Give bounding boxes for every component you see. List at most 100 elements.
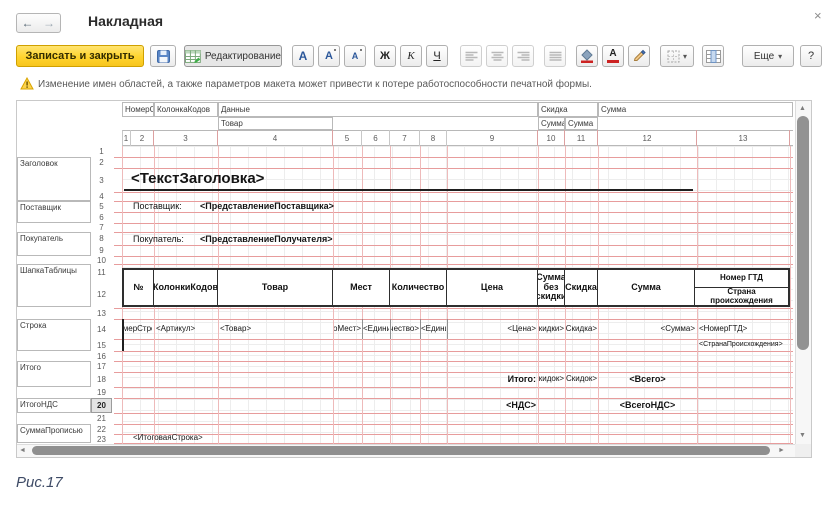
named-column-header[interactable]: НомерСтроки bbox=[122, 102, 154, 117]
column-header[interactable]: 10 bbox=[538, 130, 565, 146]
th-places[interactable]: Мест bbox=[333, 270, 390, 305]
row-header[interactable]: 14 bbox=[91, 319, 112, 339]
row-header[interactable]: 7 bbox=[91, 223, 112, 232]
close-icon[interactable]: × bbox=[814, 8, 822, 23]
th-discount[interactable]: Скидка bbox=[565, 270, 598, 305]
named-column-header[interactable]: Скидка bbox=[538, 102, 598, 117]
underline-button[interactable]: Ч bbox=[426, 45, 448, 67]
row-header[interactable]: 15 bbox=[91, 339, 112, 351]
column-header[interactable]: 4 bbox=[218, 130, 333, 146]
th-sum-without-discount[interactable]: Сумма без скидки bbox=[538, 270, 565, 305]
font-button[interactable]: А bbox=[292, 45, 314, 67]
th-number[interactable]: № bbox=[124, 270, 154, 305]
row-header[interactable]: 22 bbox=[91, 424, 112, 434]
column-header[interactable]: 5 bbox=[333, 130, 362, 146]
th-origin-country[interactable]: Страна происхождения bbox=[695, 288, 788, 305]
cell-places-param[interactable]: <КоличествоМест> bbox=[334, 319, 361, 339]
cell-gtd-param[interactable]: <НомерГТД> bbox=[699, 319, 788, 339]
cell-row-number-param[interactable]: <НомерСтроки> bbox=[124, 319, 152, 339]
named-column-subheader[interactable]: Сумма bbox=[565, 117, 598, 130]
area-label-postavshchik[interactable]: Поставщик bbox=[17, 201, 91, 223]
th-gtd-column[interactable]: Номер ГТД Страна происхождения bbox=[695, 270, 788, 305]
row-header[interactable]: 23 bbox=[91, 434, 112, 444]
column-header[interactable]: 7 bbox=[390, 130, 420, 146]
row-header-selected[interactable]: 20 bbox=[91, 398, 112, 413]
save-button[interactable] bbox=[150, 45, 176, 67]
row-header[interactable]: 21 bbox=[91, 413, 112, 424]
more-actions-button[interactable]: Еще ▾ bbox=[742, 45, 794, 67]
invoice-table-header[interactable]: № КолонкиКодов Товар Мест Количество Цен… bbox=[122, 268, 790, 307]
cell-article-param[interactable]: <Артикул> bbox=[156, 319, 216, 339]
cell-total-without-discount-param[interactable]: <ВсегоБезСкидок> bbox=[539, 372, 564, 387]
row-header[interactable]: 19 bbox=[91, 387, 112, 398]
cell-buyer-label[interactable]: Покупатель: bbox=[133, 234, 197, 245]
cell-vat-total-param[interactable]: <ВсегоНДС> bbox=[600, 398, 695, 413]
cell-amount-in-words-param[interactable]: <ИтоговаяСтрока> bbox=[133, 434, 283, 443]
row-header[interactable]: 13 bbox=[91, 307, 112, 319]
column-header[interactable]: 6 bbox=[362, 130, 390, 146]
named-column-subheader[interactable]: Сумма bbox=[538, 117, 565, 130]
cell-vat-param[interactable]: <НДС> bbox=[449, 398, 536, 413]
column-header[interactable]: 8 bbox=[420, 130, 447, 146]
column-header[interactable]: 9 bbox=[447, 130, 538, 146]
row-header[interactable]: 16 bbox=[91, 351, 112, 361]
area-label-itogo-nds[interactable]: ИтогоНДС bbox=[17, 398, 91, 413]
borders-dropdown-button[interactable]: ▾ bbox=[660, 45, 694, 67]
align-justify-button[interactable] bbox=[544, 45, 566, 67]
align-left-button[interactable] bbox=[460, 45, 482, 67]
th-goods[interactable]: Товар bbox=[218, 270, 333, 305]
row-header[interactable]: 18 bbox=[91, 372, 112, 387]
scroll-left-icon[interactable]: ◄ bbox=[19, 447, 26, 454]
scroll-down-icon[interactable]: ▼ bbox=[799, 432, 806, 439]
th-quantity[interactable]: Количество bbox=[390, 270, 447, 305]
th-price[interactable]: Цена bbox=[447, 270, 538, 305]
area-label-pokupatel[interactable]: Покупатель bbox=[17, 232, 91, 256]
cell-country-param[interactable]: <СтранаПроисхождения> bbox=[699, 339, 790, 351]
row-header[interactable]: 2 bbox=[91, 157, 112, 168]
th-sum[interactable]: Сумма bbox=[598, 270, 695, 305]
row-header[interactable]: 5 bbox=[91, 201, 112, 212]
horizontal-scrollbar-thumb[interactable] bbox=[32, 446, 770, 455]
row-header[interactable]: 8 bbox=[91, 232, 112, 245]
cell-discount-param[interactable]: <Скидка> bbox=[566, 319, 597, 339]
th-codes[interactable]: КолонкиКодов bbox=[154, 270, 218, 305]
font-size-increase-button[interactable]: А bbox=[318, 45, 340, 67]
vertical-scrollbar-thumb[interactable] bbox=[797, 116, 809, 350]
cell-supplier-value[interactable]: <ПредставлениеПоставщика> bbox=[200, 202, 420, 212]
merge-cells-button[interactable] bbox=[702, 45, 724, 67]
area-label-stroka[interactable]: Строка bbox=[17, 319, 91, 351]
cell-supplier-label[interactable]: Поставщик: bbox=[133, 202, 195, 212]
th-gtd-number[interactable]: Номер ГТД bbox=[695, 270, 788, 288]
row-header[interactable]: 4 bbox=[91, 192, 112, 201]
cell-quantity-param[interactable]: <Количество> bbox=[391, 319, 419, 339]
bold-button[interactable]: Ж bbox=[374, 45, 396, 67]
cell-total-discount-param[interactable]: <ВсегоСкидок> bbox=[566, 372, 597, 387]
cell-buyer-value[interactable]: <ПредставлениеПолучателя> bbox=[200, 234, 420, 245]
align-center-button[interactable] bbox=[486, 45, 508, 67]
column-header[interactable]: 11 bbox=[565, 130, 598, 146]
row-header[interactable]: 3 bbox=[91, 168, 112, 192]
cell-total-label[interactable]: Итого: bbox=[449, 372, 536, 387]
cell-unit2-param[interactable]: <ЕдиницаИзмерения> bbox=[421, 319, 446, 339]
area-label-summa-propisyu[interactable]: СуммаПрописью bbox=[17, 424, 91, 443]
area-label-shapka[interactable]: ШапкаТаблицы bbox=[17, 264, 91, 307]
row-header[interactable]: 1 bbox=[91, 146, 112, 157]
cell-total-sum-param[interactable]: <Всего> bbox=[600, 372, 695, 387]
scroll-up-icon[interactable]: ▲ bbox=[799, 105, 806, 112]
row-header[interactable]: 12 bbox=[91, 281, 112, 307]
named-column-subheader[interactable]: Товар bbox=[218, 117, 333, 130]
area-label-zagolovok[interactable]: Заголовок bbox=[17, 157, 91, 201]
column-header[interactable]: 12 bbox=[598, 130, 697, 146]
column-header[interactable]: 13 bbox=[697, 130, 790, 146]
cell-price-param[interactable]: <Цена> bbox=[449, 319, 536, 339]
cell-title-text[interactable]: <ТекстЗаголовка> bbox=[131, 169, 411, 189]
forward-button[interactable]: → bbox=[38, 13, 61, 33]
row-header[interactable]: 6 bbox=[91, 212, 112, 223]
font-size-decrease-button[interactable]: А bbox=[344, 45, 366, 67]
edit-mode-toggle[interactable]: Редактирование bbox=[184, 45, 282, 67]
align-right-button[interactable] bbox=[512, 45, 534, 67]
named-column-header[interactable]: КолонкаКодов bbox=[154, 102, 218, 117]
named-column-header[interactable]: Сумма bbox=[598, 102, 793, 117]
cell-goods-param[interactable]: <Товар> bbox=[220, 319, 320, 339]
save-and-close-button[interactable]: Записать и закрыть bbox=[16, 45, 144, 67]
